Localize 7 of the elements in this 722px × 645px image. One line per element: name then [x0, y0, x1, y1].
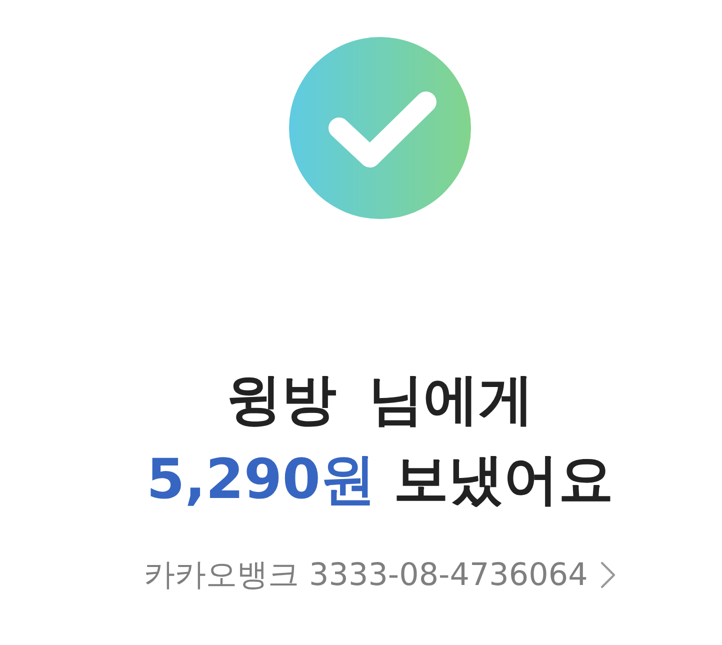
recipient-suffix-text: 님에게	[368, 366, 534, 433]
recipient-name: 윙방	[226, 366, 336, 433]
check-circle-icon	[289, 37, 471, 219]
amount-text: 5,290원	[146, 446, 376, 513]
chevron-right-icon	[600, 561, 616, 589]
sent-text: 보냈어요	[393, 446, 614, 513]
account-link[interactable]: 카카오뱅크 3333-08-4736064	[144, 555, 616, 595]
